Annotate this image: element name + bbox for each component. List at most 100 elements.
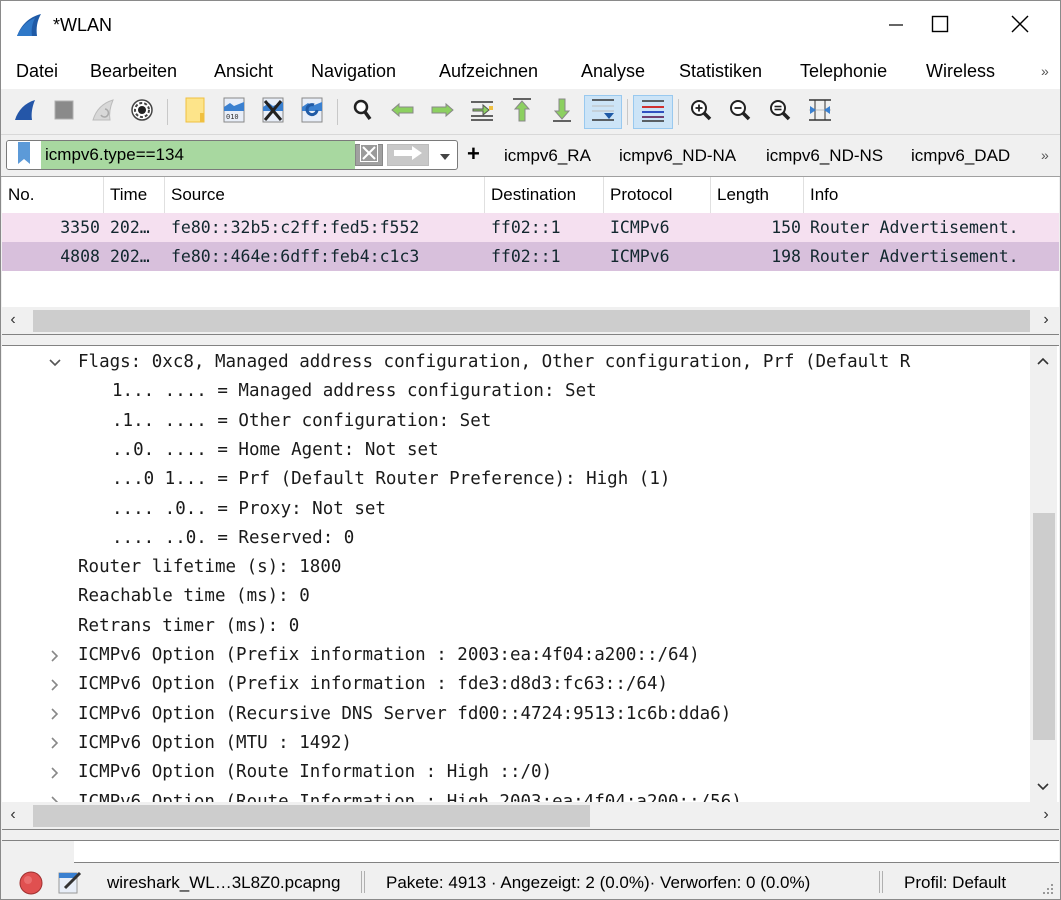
tree-item-label: Router lifetime (s): 1800 <box>78 557 342 578</box>
scrollbar-thumb[interactable] <box>33 310 1030 332</box>
colorize-button[interactable] <box>633 95 673 129</box>
details-horizontal-scrollbar[interactable]: ‹ › <box>2 802 1059 829</box>
packet-list-header: No. Time Source Destination Protocol Len… <box>2 177 1059 213</box>
scroll-up-icon[interactable] <box>1034 352 1052 370</box>
packet-info: Router Advertisement. <box>810 247 1019 266</box>
column-header-protocol[interactable]: Protocol <box>604 177 711 213</box>
chevron-right-icon[interactable] <box>47 729 63 758</box>
first-packet-button[interactable] <box>506 96 538 128</box>
resize-columns-button[interactable] <box>804 96 836 128</box>
stop-capture-button[interactable] <box>48 96 80 128</box>
chevron-down-icon[interactable] <box>47 348 63 377</box>
pane-splitter[interactable] <box>1 830 1060 840</box>
scrollbar-thumb[interactable] <box>33 805 590 827</box>
resize-columns-icon <box>807 98 833 126</box>
resize-grip-icon[interactable] <box>1041 883 1055 900</box>
scrollbar-thumb[interactable] <box>1033 513 1055 740</box>
capture-options-button[interactable] <box>126 96 158 128</box>
title-bar: *WLAN <box>1 1 1060 51</box>
menu-overflow-button[interactable]: » <box>1041 63 1049 79</box>
filter-button-icmpv6-dad[interactable]: icmpv6_DAD <box>911 146 1010 166</box>
scroll-right-icon[interactable]: › <box>1037 311 1055 329</box>
filter-button-icmpv6-ra[interactable]: icmpv6_RA <box>504 146 591 166</box>
scroll-left-icon[interactable]: ‹ <box>4 806 22 824</box>
chevron-right-icon[interactable] <box>47 758 63 787</box>
menu-ansicht[interactable]: Ansicht <box>214 61 273 82</box>
menu-bearbeiten[interactable]: Bearbeiten <box>90 61 177 82</box>
chevron-right-icon[interactable] <box>47 670 63 699</box>
tree-item-label: Flags: 0xc8, Managed address configurati… <box>78 352 911 372</box>
toolbar-separator <box>627 99 628 125</box>
menu-aufzeichnen[interactable]: Aufzeichnen <box>439 61 538 82</box>
profile-selector[interactable]: Profil: Default <box>904 873 1006 893</box>
menu-datei[interactable]: Datei <box>16 61 58 82</box>
chevron-right-icon[interactable] <box>47 700 63 729</box>
binary-file-icon: 010 <box>222 97 246 127</box>
display-filter-input[interactable]: icmpv6.type==134 <box>41 141 355 169</box>
tree-item-label: ICMPv6 Option (Route Information : High … <box>78 762 553 783</box>
minimize-button[interactable] <box>873 1 919 51</box>
reload-file-button[interactable] <box>296 96 328 128</box>
chevron-right-icon[interactable] <box>47 641 63 670</box>
packet-no: 3350 <box>60 218 100 237</box>
column-header-info[interactable]: Info <box>804 177 1059 213</box>
tree-item-label: Reachable time (ms): 0 <box>78 586 310 607</box>
packet-list-horizontal-scrollbar[interactable]: ‹ › <box>2 307 1059 334</box>
close-icon <box>1011 15 1029 37</box>
wireshark-fin-icon <box>15 13 43 37</box>
menu-wireless[interactable]: Wireless <box>926 61 995 82</box>
go-back-button[interactable] <box>387 96 419 128</box>
tree-item-label: ICMPv6 Option (Recursive DNS Server fd00… <box>78 703 732 724</box>
close-button[interactable] <box>997 1 1043 51</box>
zoom-out-button[interactable] <box>724 96 756 128</box>
go-to-packet-button[interactable] <box>466 96 498 128</box>
filter-overflow-button[interactable]: » <box>1041 147 1049 163</box>
menu-navigation[interactable]: Navigation <box>311 61 396 82</box>
filter-button-icmpv6-nd-ns[interactable]: icmpv6_ND-NS <box>766 146 883 166</box>
add-filter-button[interactable]: + <box>467 143 480 165</box>
start-capture-button[interactable] <box>9 96 41 128</box>
packet-destination: ff02::1 <box>491 247 561 266</box>
open-file-button[interactable] <box>179 96 211 128</box>
packet-row[interactable]: 4808 202… fe80::464e:6dff:feb4:c1c3 ff02… <box>2 242 1059 271</box>
find-packet-button[interactable] <box>347 96 379 128</box>
filter-button-icmpv6-nd-na[interactable]: icmpv6_ND-NA <box>619 146 736 166</box>
magnifier-icon <box>352 98 374 126</box>
column-header-time[interactable]: Time <box>104 177 165 213</box>
toolbar-separator <box>337 99 338 125</box>
zoom-reset-button[interactable] <box>764 96 796 128</box>
scroll-right-icon[interactable]: › <box>1037 806 1055 824</box>
auto-scroll-button[interactable] <box>584 95 622 129</box>
edit-comment-icon[interactable] <box>57 869 83 899</box>
filter-bookmark-button[interactable] <box>7 141 41 169</box>
clear-filter-button[interactable] <box>355 144 383 166</box>
arrow-left-icon <box>390 102 416 122</box>
close-file-button[interactable] <box>257 96 289 128</box>
column-header-no[interactable]: No. <box>2 177 104 213</box>
menu-analyse[interactable]: Analyse <box>581 61 645 82</box>
column-header-source[interactable]: Source <box>165 177 485 213</box>
filter-history-dropdown[interactable] <box>435 145 455 165</box>
scroll-down-icon[interactable] <box>1034 778 1052 796</box>
capture-status-red-dot-icon[interactable] <box>18 870 44 900</box>
scroll-left-icon[interactable]: ‹ <box>4 311 22 329</box>
tree-item-label: ICMPv6 Option (MTU : 1492) <box>78 732 352 753</box>
menu-statistiken[interactable]: Statistiken <box>679 61 762 82</box>
packet-row[interactable]: 3350 202… fe80::32b5:c2ff:fed5:f552 ff02… <box>2 213 1059 242</box>
details-vertical-scrollbar[interactable] <box>1030 346 1057 802</box>
last-packet-button[interactable] <box>546 96 578 128</box>
restart-capture-button[interactable] <box>87 96 119 128</box>
maximize-button[interactable] <box>917 1 963 51</box>
pane-splitter[interactable] <box>1 335 1060 345</box>
apply-filter-button[interactable] <box>387 144 429 166</box>
save-file-button[interactable]: 010 <box>218 96 250 128</box>
menu-telephonie[interactable]: Telephonie <box>800 61 887 82</box>
column-header-length[interactable]: Length <box>711 177 804 213</box>
gear-icon <box>130 98 154 126</box>
column-header-destination[interactable]: Destination <box>485 177 604 213</box>
toolbar-separator <box>678 99 679 125</box>
bookmark-icon <box>17 141 31 169</box>
zoom-in-button[interactable] <box>685 96 717 128</box>
status-separator <box>879 871 883 893</box>
go-forward-button[interactable] <box>426 96 458 128</box>
